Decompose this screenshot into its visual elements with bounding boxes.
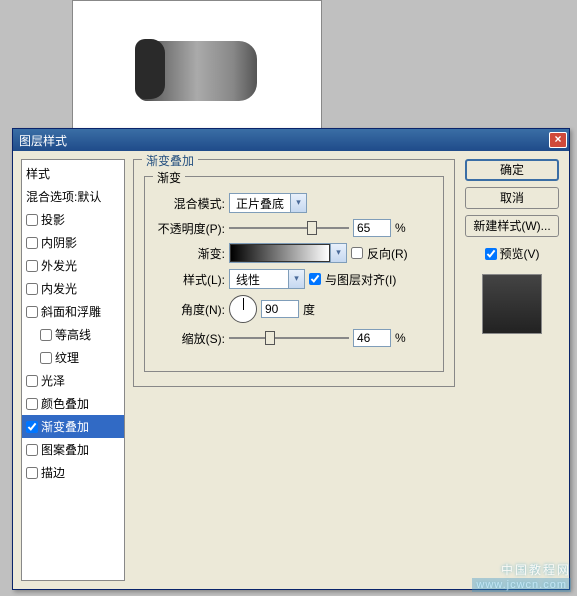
style-list: 样式 混合选项:默认 投影 内阴影 外发光 内发光 斜面和浮雕 等高线 纹理 光… bbox=[21, 159, 125, 581]
gradient-row: 渐变: ▾ 反向(R) bbox=[153, 243, 435, 263]
slider-track bbox=[229, 227, 349, 229]
scale-row: 缩放(S): % bbox=[153, 329, 435, 347]
percent-label: % bbox=[395, 331, 406, 345]
style-item-inner-shadow[interactable]: 内阴影 bbox=[22, 231, 124, 254]
angle-input[interactable] bbox=[261, 300, 299, 318]
preview-checkbox[interactable] bbox=[485, 248, 497, 260]
checkbox[interactable] bbox=[26, 260, 38, 272]
slider-thumb[interactable] bbox=[307, 221, 317, 235]
reverse-checkbox[interactable] bbox=[351, 247, 363, 259]
style-select[interactable]: 线性 ▾ bbox=[229, 269, 305, 289]
opacity-slider[interactable] bbox=[229, 219, 349, 237]
checkbox[interactable] bbox=[26, 421, 38, 433]
close-button[interactable]: × bbox=[549, 132, 567, 148]
checkbox[interactable] bbox=[40, 329, 52, 341]
checkbox[interactable] bbox=[26, 398, 38, 410]
slider-thumb[interactable] bbox=[265, 331, 275, 345]
canvas-object bbox=[137, 41, 257, 101]
opacity-input[interactable] bbox=[353, 219, 391, 237]
style-item-texture[interactable]: 纹理 bbox=[22, 346, 124, 369]
preview-thumbnail bbox=[482, 274, 542, 334]
angle-label: 角度(N): bbox=[153, 301, 225, 318]
style-row: 样式(L): 线性 ▾ 与图层对齐(I) bbox=[153, 269, 435, 289]
slider-track bbox=[229, 337, 349, 339]
gradient-picker[interactable]: ▾ bbox=[229, 243, 347, 263]
chevron-down-icon: ▾ bbox=[290, 194, 306, 212]
checkbox[interactable] bbox=[26, 444, 38, 456]
reverse-label: 反向(R) bbox=[367, 245, 408, 262]
style-item-satin[interactable]: 光泽 bbox=[22, 369, 124, 392]
style-item-gradient-overlay[interactable]: 渐变叠加 bbox=[22, 415, 124, 438]
align-label: 与图层对齐(I) bbox=[325, 271, 396, 288]
layer-style-dialog: 图层样式 × 样式 混合选项:默认 投影 内阴影 外发光 内发光 斜面和浮雕 等… bbox=[12, 128, 570, 590]
dialog-title: 图层样式 bbox=[19, 132, 67, 149]
style-item-inner-glow[interactable]: 内发光 bbox=[22, 277, 124, 300]
style-item-contour[interactable]: 等高线 bbox=[22, 323, 124, 346]
scale-slider[interactable] bbox=[229, 329, 349, 347]
chevron-down-icon: ▾ bbox=[330, 244, 346, 262]
chevron-down-icon: ▾ bbox=[288, 270, 304, 288]
gradient-group: 渐变 混合模式: 正片叠底 ▾ 不透明度(P): bbox=[144, 176, 444, 372]
scale-label: 缩放(S): bbox=[153, 330, 225, 347]
preview-row: 预览(V) bbox=[485, 245, 540, 262]
new-style-button[interactable]: 新建样式(W)... bbox=[465, 215, 559, 237]
ok-button[interactable]: 确定 bbox=[465, 159, 559, 181]
canvas-preview bbox=[72, 0, 322, 130]
style-item-pattern-overlay[interactable]: 图案叠加 bbox=[22, 438, 124, 461]
gradient-label: 渐变: bbox=[153, 245, 225, 262]
style-item-color-overlay[interactable]: 颜色叠加 bbox=[22, 392, 124, 415]
opacity-row: 不透明度(P): % bbox=[153, 219, 435, 237]
checkbox[interactable] bbox=[26, 306, 38, 318]
settings-panel: 渐变叠加 渐变 混合模式: 正片叠底 ▾ 不透明度(P): bbox=[133, 159, 455, 581]
group-title: 渐变叠加 bbox=[142, 152, 198, 169]
right-panel: 确定 取消 新建样式(W)... 预览(V) bbox=[463, 159, 561, 581]
inner-title: 渐变 bbox=[153, 169, 185, 186]
cancel-button[interactable]: 取消 bbox=[465, 187, 559, 209]
percent-label: % bbox=[395, 221, 406, 235]
gradient-preview bbox=[230, 244, 330, 262]
checkbox[interactable] bbox=[26, 283, 38, 295]
checkbox[interactable] bbox=[26, 467, 38, 479]
style-item-stroke[interactable]: 描边 bbox=[22, 461, 124, 484]
style-item-bevel[interactable]: 斜面和浮雕 bbox=[22, 300, 124, 323]
checkbox[interactable] bbox=[40, 352, 52, 364]
checkbox[interactable] bbox=[26, 237, 38, 249]
opacity-label: 不透明度(P): bbox=[153, 220, 225, 237]
blend-mode-row: 混合模式: 正片叠底 ▾ bbox=[153, 193, 435, 213]
preview-label: 预览(V) bbox=[500, 245, 540, 262]
checkbox[interactable] bbox=[26, 375, 38, 387]
blend-options-header[interactable]: 混合选项:默认 bbox=[22, 185, 124, 208]
style-item-drop-shadow[interactable]: 投影 bbox=[22, 208, 124, 231]
align-checkbox[interactable] bbox=[309, 273, 321, 285]
dialog-body: 样式 混合选项:默认 投影 内阴影 外发光 内发光 斜面和浮雕 等高线 纹理 光… bbox=[13, 151, 569, 589]
blend-mode-label: 混合模式: bbox=[153, 195, 225, 212]
styles-header[interactable]: 样式 bbox=[22, 162, 124, 185]
angle-dial[interactable] bbox=[229, 295, 257, 323]
gradient-overlay-group: 渐变叠加 渐变 混合模式: 正片叠底 ▾ 不透明度(P): bbox=[133, 159, 455, 387]
scale-input[interactable] bbox=[353, 329, 391, 347]
style-item-outer-glow[interactable]: 外发光 bbox=[22, 254, 124, 277]
degree-label: 度 bbox=[303, 301, 315, 318]
blend-mode-select[interactable]: 正片叠底 ▾ bbox=[229, 193, 307, 213]
angle-row: 角度(N): 度 bbox=[153, 295, 435, 323]
checkbox[interactable] bbox=[26, 214, 38, 226]
style-label: 样式(L): bbox=[153, 271, 225, 288]
titlebar[interactable]: 图层样式 × bbox=[13, 129, 569, 151]
